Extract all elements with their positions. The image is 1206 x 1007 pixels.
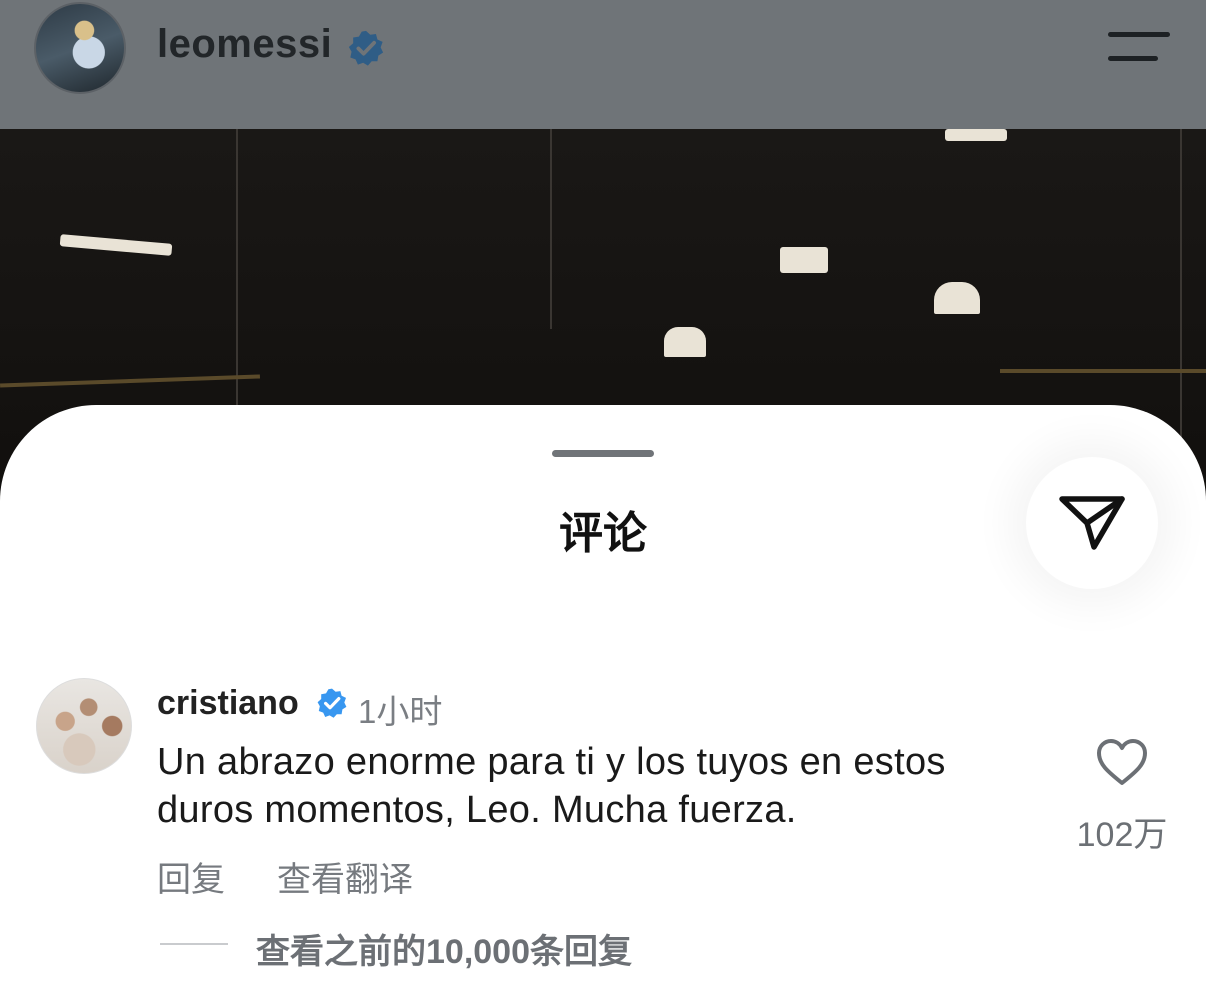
profile-avatar[interactable] bbox=[34, 2, 126, 94]
comment-username[interactable]: cristiano bbox=[157, 684, 299, 723]
profile-header: leomessi bbox=[0, 0, 1206, 129]
send-icon bbox=[1059, 496, 1125, 550]
see-translation-button[interactable]: 查看翻译 bbox=[277, 852, 413, 901]
heart-icon[interactable] bbox=[1095, 737, 1149, 787]
comment-avatar[interactable] bbox=[36, 678, 132, 774]
comments-sheet: 评论 cristiano 1小时 Un abrazo enorme para t… bbox=[0, 405, 1206, 1007]
reply-button[interactable]: 回复 bbox=[157, 852, 225, 901]
verified-badge-icon bbox=[348, 30, 384, 66]
sheet-grabber[interactable] bbox=[552, 450, 654, 457]
verified-badge-icon bbox=[317, 688, 347, 718]
comment-timestamp: 1小时 bbox=[358, 693, 443, 730]
sheet-title: 评论 bbox=[559, 509, 647, 558]
share-button[interactable] bbox=[1026, 457, 1158, 589]
profile-username[interactable]: leomessi bbox=[157, 22, 332, 67]
like-count: 102万 bbox=[1076, 816, 1168, 854]
comment-text: Un abrazo enorme para ti y los tuyos en … bbox=[157, 741, 946, 831]
menu-icon[interactable] bbox=[1108, 32, 1170, 66]
replies-divider bbox=[160, 943, 228, 945]
view-replies-label[interactable]: 查看之前的10,000条回复 bbox=[256, 924, 632, 973]
